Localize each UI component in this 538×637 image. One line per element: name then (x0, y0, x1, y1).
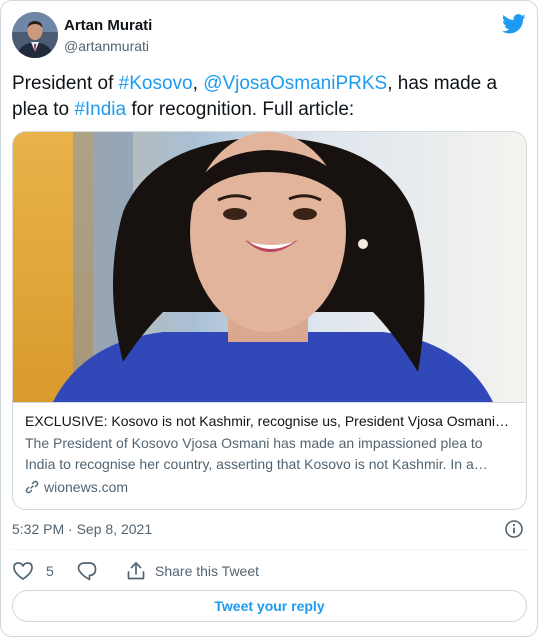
tweet-text: President of #Kosovo, @VjosaOsmaniPRKS, … (12, 71, 522, 123)
card-description: The President of Kosovo Vjosa Osmani has… (25, 435, 488, 472)
user-handle[interactable]: @artanmurati (64, 36, 152, 56)
share-label: Share this Tweet (155, 563, 260, 579)
card-domain-label: wionews.com (44, 479, 129, 495)
heart-icon (13, 562, 33, 580)
link-preview-card[interactable]: EXCLUSIVE: Kosovo is not Kashmir, recogn… (12, 131, 527, 510)
twitter-bird-icon[interactable] (502, 14, 526, 34)
tweet-header: Artan Murati @artanmurati (12, 12, 528, 60)
like-button[interactable]: 5 (12, 559, 54, 583)
card-image[interactable] (13, 132, 527, 402)
tweet-time: 5:32 PM (12, 521, 65, 537)
tweet-actions: 5 Share this Tweet (12, 559, 527, 583)
like-count: 5 (46, 563, 54, 579)
info-icon[interactable] (504, 519, 524, 539)
tweet-text-part: President of (12, 73, 119, 94)
tweet-your-reply-button[interactable]: Tweet your reply (12, 590, 527, 622)
mention-vjosaosmaniprks-link[interactable]: @VjosaOsmaniPRKS (203, 73, 387, 94)
card-title[interactable]: EXCLUSIVE: Kosovo is not Kashmir, recogn… (25, 412, 516, 431)
link-icon (25, 480, 39, 494)
display-name[interactable]: Artan Murati (64, 16, 152, 36)
reply-icon (77, 562, 97, 581)
reply-button[interactable] (76, 559, 98, 583)
user-info: Artan Murati @artanmurati (64, 16, 152, 56)
hashtag-india-link[interactable]: #India (74, 99, 126, 120)
meta-separator: · (64, 521, 77, 537)
card-domain[interactable]: wionews.com (25, 477, 516, 497)
tweet-text-part: , (192, 73, 204, 94)
tweet-text-part: for recognition. Full article: (126, 99, 355, 120)
hashtag-kosovo-link[interactable]: #Kosovo (119, 73, 193, 94)
share-button[interactable]: Share this Tweet (126, 559, 259, 583)
share-icon (127, 562, 145, 580)
tweet-embed: Artan Murati @artanmurati President of #… (0, 0, 538, 637)
divider (12, 549, 527, 550)
avatar[interactable] (12, 12, 58, 58)
tweet-timestamp[interactable]: 5:32 PM · Sep 8, 2021 (12, 519, 152, 539)
card-body[interactable]: EXCLUSIVE: Kosovo is not Kashmir, recogn… (13, 402, 526, 509)
tweet-date: Sep 8, 2021 (76, 521, 153, 537)
